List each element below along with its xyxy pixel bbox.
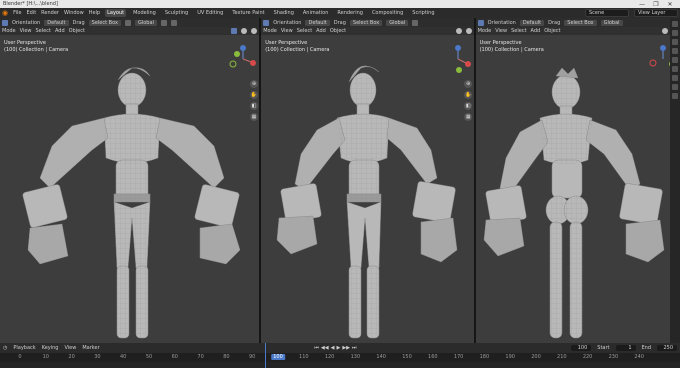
title-bar: Blender* [H:\...\blend] — ❐ ✕: [0, 0, 680, 8]
timeline-track[interactable]: [0, 362, 680, 368]
menu-edit[interactable]: Edit: [26, 10, 36, 16]
tab-compositing[interactable]: Compositing: [370, 9, 405, 17]
close-button[interactable]: ✕: [663, 1, 677, 8]
timeline-header: ◷ Playback Keying View Marker ⏮ ◀◀ ◀ ▶ ▶▶ ⏭ 1…: [0, 343, 680, 353]
ruler-tick-label: 50: [145, 354, 153, 360]
play-icon[interactable]: ▶: [336, 345, 340, 351]
menu-view[interactable]: View: [64, 345, 76, 351]
ruler-tick-label: 110: [299, 354, 309, 360]
ruler-tick-label: 210: [557, 354, 567, 360]
window-title: Blender* [H:\...\blend]: [3, 1, 58, 7]
menu-help[interactable]: Help: [89, 10, 100, 16]
ruler-tick-label: 120: [324, 354, 335, 360]
maximize-button[interactable]: ❐: [649, 1, 663, 8]
timeline-editor: ◷ Playback Keying View Marker ⏮ ◀◀ ◀ ▶ ▶▶ ⏭ 1…: [0, 343, 680, 368]
ruler-tick-label: 20: [68, 354, 75, 360]
ruler-tick-label: 180: [479, 354, 490, 360]
tool-properties-icon[interactable]: [672, 21, 678, 27]
minimize-button[interactable]: —: [635, 1, 649, 8]
ruler-tick-label: 240: [634, 354, 644, 360]
blender-logo-icon[interactable]: ◉: [2, 9, 8, 17]
jump-start-icon[interactable]: ⏮: [314, 345, 319, 351]
ruler-tick-label: 80: [223, 354, 230, 360]
tab-uv-editing[interactable]: UV Editing: [195, 9, 225, 17]
ruler-tick-label: 170: [453, 354, 464, 360]
end-frame-field[interactable]: 250: [657, 345, 678, 351]
view-layer-selector[interactable]: View Layer: [634, 9, 678, 17]
ruler-tick-label: 100: [271, 354, 285, 360]
material-properties-icon[interactable]: [672, 93, 678, 99]
prev-key-icon[interactable]: ◀◀: [321, 345, 329, 351]
editor-type-icon[interactable]: ◷: [3, 345, 7, 351]
menu-render[interactable]: Render: [41, 10, 59, 16]
tab-scripting[interactable]: Scripting: [410, 9, 436, 17]
viewport-back[interactable]: Orientation Default Drag Select Box Glob…: [475, 18, 680, 343]
next-key-icon[interactable]: ▶▶: [342, 345, 350, 351]
tab-texture-paint[interactable]: Texture Paint: [230, 9, 266, 17]
ruler-tick-label: 160: [428, 354, 438, 360]
character-mesh-three-quarter: [276, 65, 458, 339]
tab-sculpting[interactable]: Sculpting: [163, 9, 190, 17]
tab-animation[interactable]: Animation: [301, 9, 331, 17]
tab-layout[interactable]: Layout: [105, 9, 127, 17]
play-reverse-icon[interactable]: ◀: [331, 345, 335, 351]
viewport-three-quarter[interactable]: Orientation Default Drag Select Box Glob…: [261, 18, 474, 343]
ruler-tick-label: 30: [94, 354, 101, 360]
menu-marker[interactable]: Marker: [82, 345, 99, 351]
start-frame-field[interactable]: 1: [615, 345, 636, 351]
viewport-front[interactable]: Orientation Default Drag Select Box Glob…: [0, 18, 260, 343]
end-label: End: [641, 345, 652, 351]
viewport-area: Orientation Default Drag Select Box Glob…: [0, 18, 680, 343]
scene-properties-icon[interactable]: [672, 57, 678, 63]
ruler-tick-label: 60: [171, 354, 178, 360]
properties-tab-strip: [670, 18, 680, 343]
window-controls: — ❐ ✕: [635, 1, 677, 8]
output-properties-icon[interactable]: [672, 39, 678, 45]
tab-shading[interactable]: Shading: [272, 9, 296, 17]
menu-window[interactable]: Window: [64, 10, 84, 16]
playback-controls: ⏮ ◀◀ ◀ ▶ ▶▶ ⏭: [313, 345, 357, 351]
frame-ruler[interactable]: 0 10 20 30 40 50 60 70 80 90 100 110 120 130 140 150 160…: [0, 353, 680, 362]
ruler-tick-label: 130: [350, 354, 361, 360]
playhead[interactable]: [265, 343, 266, 368]
render-properties-icon[interactable]: [672, 30, 678, 36]
ruler-tick-label: 40: [120, 354, 127, 360]
ruler-tick-label: 220: [582, 354, 593, 360]
ruler-tick-label: 70: [197, 354, 204, 360]
scene-selector[interactable]: Scene: [585, 9, 629, 17]
ruler-tick-label: 150: [402, 354, 412, 360]
world-properties-icon[interactable]: [672, 66, 678, 72]
ruler-tick-label: 200: [531, 354, 541, 360]
modifier-properties-icon[interactable]: [672, 84, 678, 90]
menu-keying[interactable]: Keying: [42, 345, 59, 351]
ruler-tick-label: 140: [376, 354, 386, 360]
character-mesh-back: [483, 67, 664, 339]
menu-file[interactable]: File: [13, 10, 21, 16]
ruler-tick-label: 230: [608, 354, 619, 360]
start-label: Start: [597, 345, 610, 351]
current-frame-field[interactable]: 100: [571, 345, 592, 351]
object-properties-icon[interactable]: [672, 75, 678, 81]
menu-playback[interactable]: Playback: [13, 345, 35, 351]
ruler-tick-label: 10: [42, 354, 49, 360]
tab-modeling[interactable]: Modeling: [131, 9, 158, 17]
ruler-tick-label: 0: [18, 354, 22, 360]
view-layer-properties-icon[interactable]: [672, 48, 678, 54]
ruler-tick-label: 190: [505, 354, 515, 360]
tab-rendering[interactable]: Rendering: [335, 9, 365, 17]
character-mesh-front: [22, 67, 241, 339]
top-bar: ◉ File Edit Render Window Help Layout Mo…: [0, 8, 680, 18]
jump-end-icon[interactable]: ⏭: [352, 345, 357, 351]
ruler-tick-label: 90: [249, 354, 256, 360]
